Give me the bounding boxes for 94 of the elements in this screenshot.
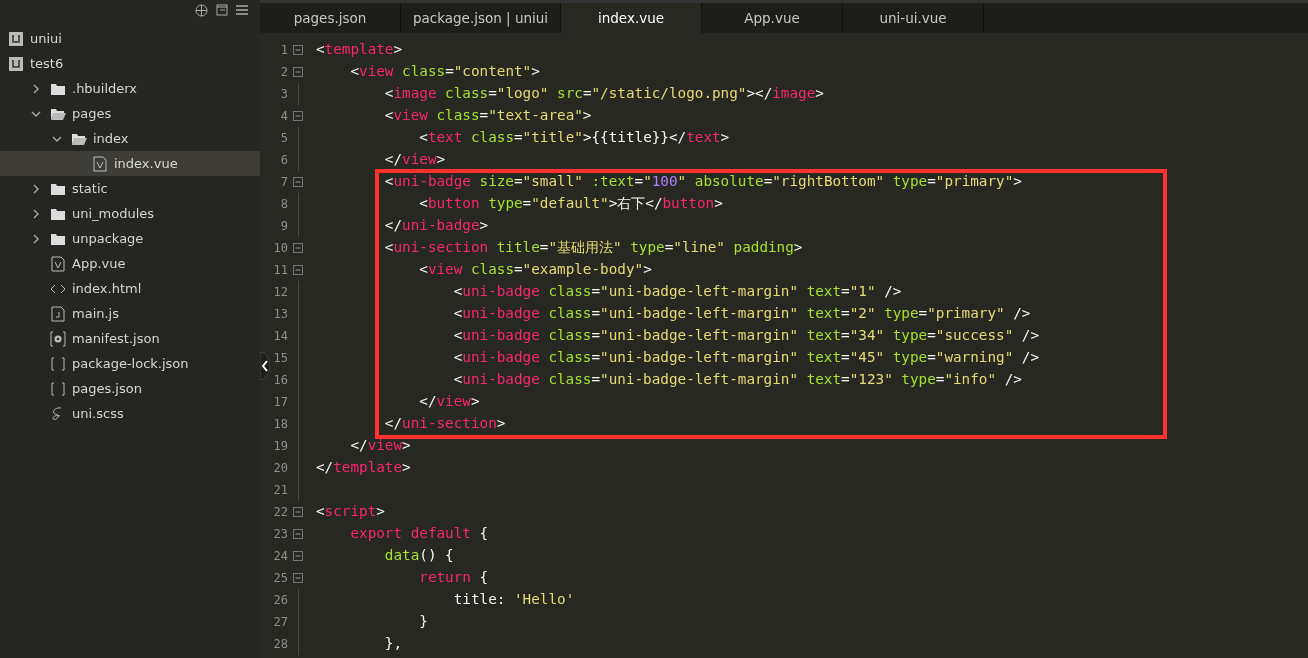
code-line: } (418, 612, 428, 632)
line-number: 9 (279, 218, 288, 235)
tree-item[interactable]: pages (0, 101, 260, 126)
code-line: <uni-badge class="uni-badge-left-margin" text="123" type="info" /> (452, 370, 1022, 390)
file-tab[interactable]: index.vue (561, 3, 702, 33)
code-line: </view> (383, 150, 446, 170)
fold-icon[interactable] (293, 45, 303, 55)
line-number: 17 (272, 394, 288, 411)
tree-item[interactable]: unpackage (0, 226, 260, 251)
tree-item[interactable]: index (0, 126, 260, 151)
line-number: 11 (272, 262, 288, 279)
code-line: </view> (418, 392, 480, 412)
project-icon (8, 30, 24, 47)
line-number: 3 (279, 86, 288, 103)
code-line: export default { (349, 524, 489, 544)
code-line: </uni-badge> (383, 216, 489, 236)
tree-item[interactable]: pages.json (0, 376, 260, 401)
tree-item[interactable]: index.html (0, 276, 260, 301)
fold-icon[interactable] (293, 573, 303, 583)
line-number: 2 (279, 64, 288, 81)
code-line: title: 'Hello' (452, 590, 575, 610)
line-number: 16 (272, 372, 288, 389)
code-line: <uni-section title="基础用法" type="line" padding> (383, 238, 803, 258)
project-icon (8, 55, 24, 72)
line-number: 20 (272, 460, 288, 477)
line-number: 7 (279, 174, 288, 191)
line-number: 5 (279, 130, 288, 147)
line-number: 12 (272, 284, 288, 301)
code-line: </template> (316, 458, 411, 478)
tree-item[interactable]: uni.scss (0, 401, 260, 426)
line-number: 23 (272, 526, 288, 543)
fold-icon[interactable] (293, 529, 303, 539)
collapse-handle-icon[interactable] (260, 352, 270, 380)
line-number: 26 (272, 592, 288, 609)
tree-item[interactable]: uniui (0, 26, 260, 51)
tree-item[interactable]: static (0, 176, 260, 201)
brackets-icon (50, 380, 66, 397)
code-line: <template> (316, 40, 403, 60)
code-line: <uni-badge class="uni-badge-left-margin" text="2" type="primary" /> (452, 304, 1031, 324)
tree-item[interactable]: index.vue (0, 151, 260, 176)
code-line: return { (418, 568, 489, 588)
code-line: <view class="text-area"> (383, 106, 592, 126)
line-number: 4 (279, 108, 288, 125)
fold-icon[interactable] (293, 265, 303, 275)
line-number: 6 (279, 152, 288, 169)
tree-item[interactable]: manifest.json (0, 326, 260, 351)
collapse-icon[interactable] (216, 4, 228, 16)
line-number: 27 (272, 614, 288, 631)
line-number: 28 (272, 636, 288, 653)
line-number: 8 (279, 196, 288, 213)
tree-item[interactable]: .hbuilderx (0, 76, 260, 101)
line-number: 18 (272, 416, 288, 433)
file-icon (50, 255, 66, 272)
file-icon (92, 155, 108, 172)
code-line: <uni-badge class="uni-badge-left-margin" text="1" /> (452, 282, 902, 302)
tree-item[interactable]: App.vue (0, 251, 260, 276)
fold-icon[interactable] (293, 507, 303, 517)
line-number: 24 (272, 548, 288, 565)
code-line: <view class="content"> (349, 62, 540, 82)
code-line: <text class="title">{{title}}</text> (418, 128, 730, 148)
fold-icon[interactable] (293, 551, 303, 561)
code-line: <uni-badge class="uni-badge-left-margin" text="45" type="warning" /> (452, 348, 1040, 368)
line-number: 13 (272, 306, 288, 323)
line-number: 15 (272, 350, 288, 367)
tree-item[interactable]: test6 (0, 51, 260, 76)
tree-item[interactable]: main.js (0, 301, 260, 326)
code-line: <script> (316, 502, 385, 522)
code-line: <uni-badge class="uni-badge-left-margin" text="34" type="success" /> (452, 326, 1040, 346)
fold-icon[interactable] (293, 67, 303, 77)
line-number: 10 (272, 240, 288, 257)
locate-icon[interactable] (195, 4, 208, 17)
code-line: </uni-section> (383, 414, 506, 434)
line-number: 1 (279, 42, 288, 59)
code-line: data() { (383, 546, 454, 566)
fold-icon[interactable] (293, 177, 303, 187)
fold-icon[interactable] (293, 243, 303, 253)
line-number: 25 (272, 570, 288, 587)
code-line: }, (383, 634, 403, 654)
line-number: 19 (272, 438, 288, 455)
code-line: <uni-badge size="small" :text="100" absolute="rightBottom" type="primary"> (383, 172, 1022, 192)
code-line: <view class="example-body"> (418, 260, 652, 280)
tree-item[interactable]: package-lock.json (0, 351, 260, 376)
code-line: <button type="default">右下</button> (418, 194, 723, 214)
line-number: 22 (272, 504, 288, 521)
line-number: 21 (272, 482, 288, 499)
tree-item[interactable]: uni_modules (0, 201, 260, 226)
code-line: </view> (349, 436, 411, 456)
code-line: <image class="logo" src="/static/logo.png"></image> (383, 84, 824, 104)
fold-icon[interactable] (293, 111, 303, 121)
file-icon (50, 305, 66, 322)
line-number: 14 (272, 328, 288, 345)
brackets-icon (50, 355, 66, 372)
gear-icon (50, 330, 66, 347)
menu-icon[interactable] (236, 4, 248, 16)
